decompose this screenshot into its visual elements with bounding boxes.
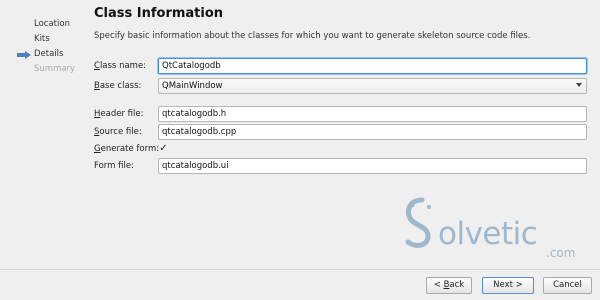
header-file-label: Header file:	[94, 109, 144, 119]
step-location: Location	[16, 17, 86, 32]
cancel-button[interactable]: Cancel	[543, 277, 592, 294]
generate-form-label: Generate form:	[94, 144, 160, 154]
header-file-input[interactable]: qtcatalogodb.h	[158, 106, 587, 122]
arrow-right-icon	[17, 51, 31, 59]
base-class-label: Base class:	[94, 81, 142, 91]
source-file-label: Source file:	[94, 127, 142, 137]
step-label: Kits	[34, 34, 50, 44]
class-name-input[interactable]: QtCatalogodb	[158, 58, 587, 74]
base-class-value: QMainWindow	[162, 81, 223, 91]
generate-form-checkbox[interactable]: ✓	[158, 143, 169, 154]
form-file-label: Form file:	[94, 161, 134, 171]
base-class-select[interactable]: QMainWindow	[158, 78, 587, 94]
source-file-input[interactable]: qtcatalogodb.cpp	[158, 124, 587, 140]
step-details: Details	[16, 47, 86, 62]
chevron-down-icon	[576, 83, 582, 87]
form-file-input[interactable]: qtcatalogodb.ui	[158, 158, 587, 174]
page-description: Specify basic information about the clas…	[94, 31, 531, 41]
class-name-label: Class name:	[94, 61, 147, 71]
step-kits: Kits	[16, 32, 86, 47]
solvetic-logo: olvetic .com	[392, 196, 592, 268]
step-label: Summary	[34, 64, 76, 74]
step-label: Details	[34, 49, 64, 59]
wizard-steps-sidebar: Location Kits Details Summary	[16, 17, 86, 77]
next-button[interactable]: Next >	[482, 277, 534, 294]
back-button[interactable]: < Back	[426, 277, 472, 294]
step-label: Location	[34, 19, 70, 29]
step-summary: Summary	[16, 62, 86, 77]
footer-divider	[0, 269, 600, 270]
watermark-suffix: .com	[546, 246, 576, 260]
page-title: Class Information	[94, 6, 224, 21]
watermark-text: olvetic	[438, 216, 538, 252]
